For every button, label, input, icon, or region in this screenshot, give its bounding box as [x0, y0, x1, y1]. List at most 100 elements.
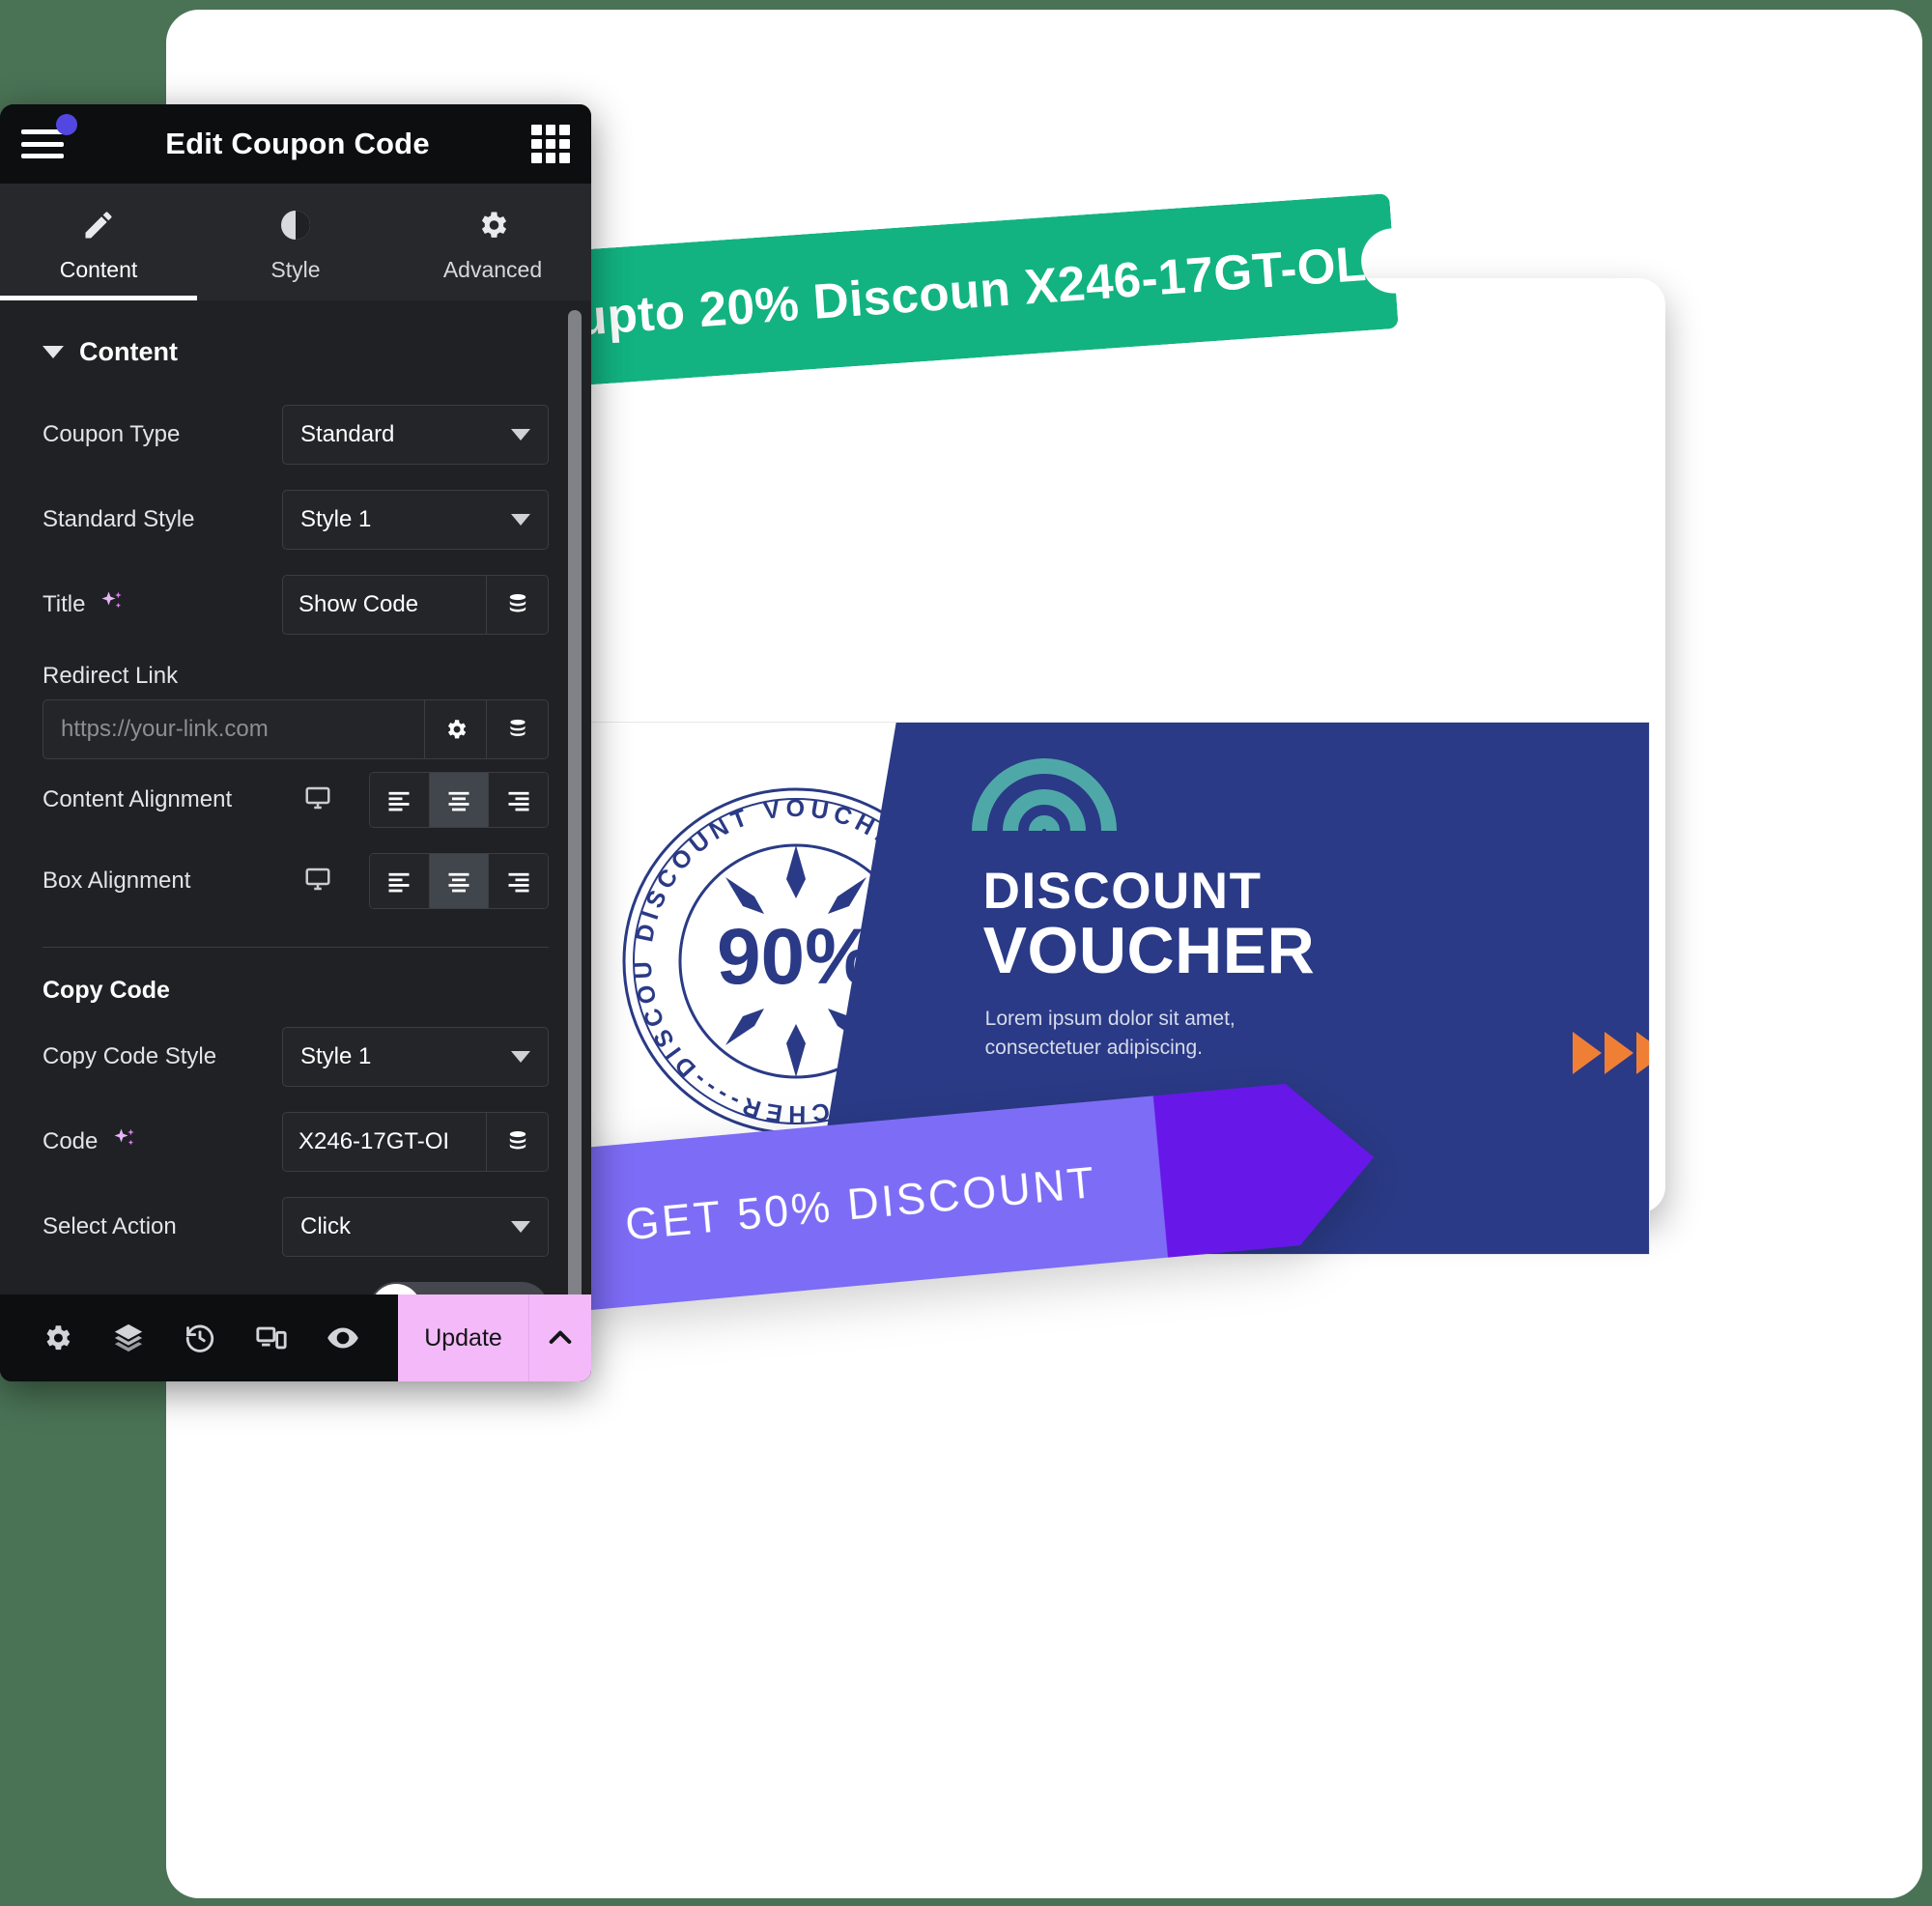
voucher-title-line2: VOUCHER — [982, 914, 1316, 988]
panel-tabs: Content Style Advanced — [0, 184, 591, 300]
voucher-subtitle: Lorem ipsum dolor sit amet, consectetuer… — [985, 1005, 1236, 1064]
purple-ticket-label: GET 50% DISCOUNT — [623, 1157, 1099, 1250]
code-input-group[interactable]: X246-17GT-OI — [282, 1112, 549, 1172]
scrollbar-thumb[interactable] — [568, 310, 582, 1294]
coupon-type-value: Standard — [300, 421, 395, 447]
settings-gear-icon[interactable] — [21, 1294, 93, 1381]
voucher-title-line1: DISCOUNT — [982, 863, 1263, 920]
copy-code-style-value: Style 1 — [300, 1043, 372, 1069]
tab-content[interactable]: Content — [0, 184, 197, 300]
box-alignment-label-wrap: Box Alignment — [43, 868, 303, 895]
redirect-link-label: Redirect Link — [43, 663, 179, 689]
content-alignment-label-wrap: Content Alignment — [43, 786, 303, 813]
database-icon[interactable] — [486, 576, 548, 634]
update-button[interactable]: Update — [398, 1294, 528, 1381]
voucher-arc-decoration-top — [971, 758, 1117, 831]
database-icon[interactable] — [486, 1113, 548, 1171]
tab-advanced-label: Advanced — [442, 257, 543, 282]
layers-icon[interactable] — [93, 1294, 164, 1381]
copy-code-style-select[interactable]: Style 1 — [282, 1027, 549, 1087]
chevron-down-icon — [511, 1051, 530, 1063]
section-divider — [43, 947, 549, 948]
voucher-triangles-icon — [1572, 1032, 1649, 1074]
select-action-label: Select Action — [43, 1213, 177, 1239]
section-content-title: Content — [79, 337, 178, 366]
tab-style[interactable]: Style — [197, 184, 394, 300]
code-field-label: Code — [43, 1125, 282, 1159]
contrast-icon — [278, 205, 313, 245]
tab-content-label: Content — [59, 257, 138, 282]
desktop-icon[interactable] — [303, 783, 332, 817]
row-hide-link: Hide Link Disable — [0, 1269, 591, 1294]
box-align-right-button[interactable] — [488, 854, 548, 908]
standard-style-value: Style 1 — [300, 506, 372, 532]
ai-sparkle-icon[interactable] — [99, 588, 126, 622]
notification-dot — [56, 114, 77, 135]
hide-link-toggle[interactable]: Disable — [369, 1282, 549, 1294]
history-icon[interactable] — [164, 1294, 236, 1381]
select-action-select[interactable]: Click — [282, 1197, 549, 1257]
row-copy-code-style: Copy Code Style Style 1 — [0, 1014, 591, 1099]
row-select-action: Select Action Click — [0, 1184, 591, 1269]
redirect-link-input-group[interactable]: https://your-link.com — [43, 699, 549, 759]
grid-apps-icon[interactable] — [531, 125, 570, 163]
panel-scrollbar[interactable] — [568, 306, 585, 1294]
row-coupon-type: Coupon Type Standard — [0, 392, 591, 477]
title-input-group[interactable]: Show Code — [282, 575, 549, 635]
title-label-text: Title — [43, 591, 86, 617]
row-code: Code X246-17GT-OI — [0, 1099, 591, 1184]
responsive-devices-icon[interactable] — [236, 1294, 307, 1381]
voucher-title: DISCOUNT VOUCHER — [982, 863, 1316, 988]
standard-style-select[interactable]: Style 1 — [282, 490, 549, 550]
database-icon[interactable] — [486, 700, 548, 758]
coupon-type-label: Coupon Type — [43, 421, 181, 447]
toggle-knob — [371, 1284, 421, 1294]
align-right-button[interactable] — [488, 773, 548, 827]
panel-header: Edit Coupon Code — [0, 104, 591, 184]
voucher-subtitle-line2: consectetuer adipiscing. — [984, 1037, 1203, 1060]
box-align-center-button[interactable] — [428, 854, 489, 908]
title-input[interactable]: Show Code — [283, 576, 486, 634]
gear-icon — [475, 205, 510, 245]
section-content-header[interactable]: Content — [0, 300, 591, 392]
elementor-editor-panel: Edit Coupon Code Content Style Advanced … — [0, 104, 591, 1381]
title-field-label: Title — [43, 588, 282, 622]
page-title: Edit Coupon Code — [165, 127, 430, 160]
panel-footer: Update — [0, 1294, 591, 1381]
content-alignment-label: Content Alignment — [43, 786, 233, 812]
svg-text:90%: 90% — [717, 913, 875, 1001]
chevron-down-icon — [43, 346, 64, 358]
preview-eye-icon[interactable] — [307, 1294, 379, 1381]
voucher-subtitle-line1: Lorem ipsum dolor sit amet, — [984, 1008, 1236, 1030]
standard-style-label: Standard Style — [43, 506, 195, 532]
chevron-down-icon — [511, 1221, 530, 1233]
copy-code-group-title: Copy Code — [43, 977, 170, 1004]
row-standard-style: Standard Style Style 1 — [0, 477, 591, 562]
chevron-up-icon[interactable] — [528, 1294, 591, 1381]
box-alignment-label: Box Alignment — [43, 868, 191, 894]
row-title: Title Show Code — [0, 562, 591, 647]
redirect-link-input[interactable]: https://your-link.com — [43, 700, 424, 758]
copy-code-style-label: Copy Code Style — [43, 1043, 217, 1069]
green-ticket-label: Get upto 20% Discoun X246-17GT-OL57 — [477, 231, 1424, 353]
chevron-down-icon — [511, 429, 530, 441]
box-align-left-button[interactable] — [370, 854, 429, 908]
tab-advanced[interactable]: Advanced — [394, 184, 591, 300]
purple-ticket-arrow — [1153, 1076, 1381, 1257]
chevron-down-icon — [511, 514, 530, 526]
select-action-value: Click — [300, 1213, 351, 1239]
hamburger-icon[interactable] — [21, 114, 77, 158]
content-alignment-buttons — [369, 772, 549, 828]
code-input[interactable]: X246-17GT-OI — [283, 1113, 486, 1171]
ai-sparkle-icon[interactable] — [111, 1125, 138, 1159]
desktop-icon[interactable] — [303, 865, 332, 898]
align-center-button[interactable] — [428, 773, 489, 827]
pencil-icon — [81, 205, 116, 245]
align-left-button[interactable] — [370, 773, 429, 827]
row-content-alignment: Content Alignment — [0, 759, 591, 840]
code-label-text: Code — [43, 1128, 99, 1154]
coupon-type-select[interactable]: Standard — [282, 405, 549, 465]
footer-icon-group — [0, 1294, 398, 1381]
box-alignment-buttons — [369, 853, 549, 909]
gear-icon[interactable] — [424, 700, 486, 758]
